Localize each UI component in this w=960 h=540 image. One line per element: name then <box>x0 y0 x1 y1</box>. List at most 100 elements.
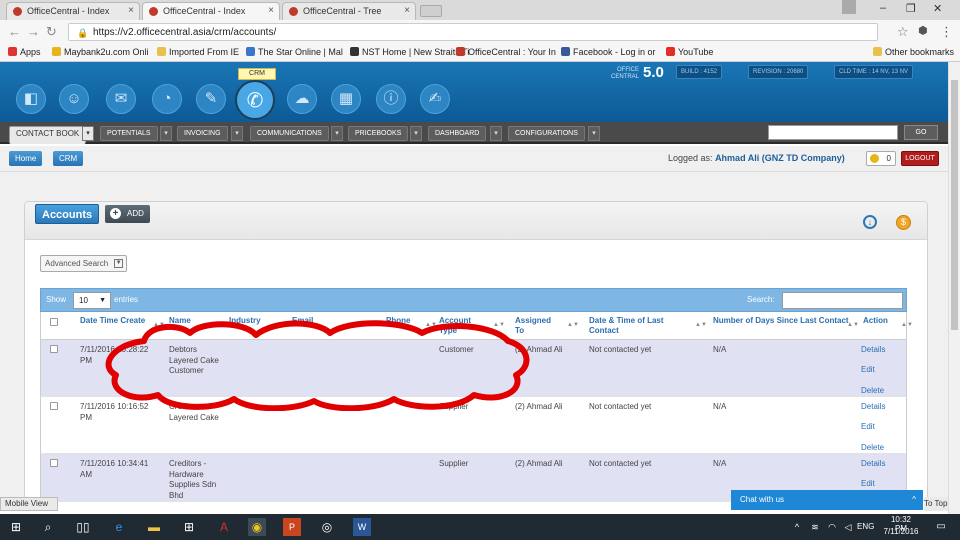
chat-widget[interactable]: Chat with us ^ <box>731 490 923 510</box>
select-all-checkbox[interactable] <box>50 318 58 326</box>
star-icon[interactable]: ☆ <box>897 24 909 40</box>
contacts-module-icon[interactable]: ☺ <box>59 84 89 114</box>
new-tab-button[interactable] <box>420 5 442 17</box>
menu-invoicing[interactable]: INVOICING <box>177 126 228 141</box>
restore-icon[interactable]: ❐ <box>906 2 916 15</box>
dashboard-module-icon[interactable]: ◧ <box>16 84 46 114</box>
mobile-view-button[interactable]: Mobile View <box>0 497 58 511</box>
url-input[interactable]: 🔒 https://v2.officecentral.asia/crm/accou… <box>68 23 878 41</box>
reports-module-icon[interactable]: ◔ <box>152 84 182 114</box>
info-module-icon[interactable]: ⓘ <box>376 84 406 114</box>
chevron-up-icon[interactable]: ^ <box>912 490 916 510</box>
sort-icon[interactable]: ▲▼ <box>847 322 859 328</box>
edit-link[interactable]: Edit <box>861 365 875 374</box>
bookmark-item[interactable]: Imported From IE <box>157 47 239 57</box>
download-icon[interactable]: ↓ <box>863 215 877 229</box>
chat-module-icon[interactable]: ☁ <box>287 84 317 114</box>
bookmark-other[interactable]: Other bookmarks <box>873 47 954 57</box>
menu-icon[interactable]: ⋮ <box>940 24 953 40</box>
browser-tab-active[interactable]: OfficeCentral - Index × <box>142 2 280 20</box>
details-link[interactable]: Details <box>861 402 885 411</box>
volume-icon[interactable]: ◁ <box>839 518 857 536</box>
sort-icon[interactable]: ▲▼ <box>567 322 579 328</box>
crm-phone-icon[interactable]: ✆ <box>235 80 275 120</box>
edit-link[interactable]: Edit <box>861 422 875 431</box>
store-icon[interactable]: ⊞ <box>180 518 198 536</box>
powerpoint-icon[interactable]: P <box>283 518 301 536</box>
details-link[interactable]: Details <box>861 459 885 468</box>
browser-tab[interactable]: OfficeCentral - Index × <box>6 2 140 20</box>
browser-tab[interactable]: OfficeCentral - Tree × <box>282 2 416 20</box>
col-days-since-contact[interactable]: Number of Days Since Last Contact <box>713 316 853 326</box>
scrollbar-thumb[interactable] <box>951 80 958 330</box>
menu-dropdown-icon[interactable]: ▾ <box>82 126 94 141</box>
forms-module-icon[interactable]: ✍ <box>420 84 450 114</box>
coin-icon[interactable]: $ <box>896 215 911 230</box>
row-name[interactable]: Creditors - Hardware Supplies Sdn Bhd <box>169 459 219 501</box>
close-tab-icon[interactable]: × <box>128 5 134 16</box>
close-tab-icon[interactable]: × <box>268 5 274 16</box>
close-tab-icon[interactable]: × <box>404 5 410 16</box>
network-icon[interactable]: ≋ <box>806 518 824 536</box>
documents-module-icon[interactable]: ✎ <box>196 84 226 114</box>
menu-dropdown-icon[interactable]: ▾ <box>331 126 343 141</box>
delete-link[interactable]: Delete <box>861 386 884 395</box>
menu-configurations[interactable]: CONFIGURATIONS <box>508 126 585 141</box>
advanced-search-button[interactable]: Advanced Search ▼ <box>40 255 128 272</box>
media-icon[interactable]: ◎ <box>318 518 336 536</box>
add-account-button[interactable]: + ADD <box>105 205 150 223</box>
tray-chevron-icon[interactable]: ^ <box>788 518 806 536</box>
breadcrumb-crm[interactable]: CRM <box>53 151 84 166</box>
to-top-button[interactable]: To Top <box>924 497 948 511</box>
reload-icon[interactable]: ↻ <box>46 24 57 40</box>
word-icon[interactable]: W <box>353 518 371 536</box>
entries-select[interactable]: 10 ▼ <box>73 292 111 309</box>
bookmark-item[interactable]: The Star Online | Mal <box>246 47 343 57</box>
edit-link[interactable]: Edit <box>861 479 875 488</box>
delete-link[interactable]: Delete <box>861 443 884 452</box>
back-icon[interactable]: ← <box>8 24 21 39</box>
sort-icon[interactable]: ▲▼ <box>901 322 913 328</box>
table-search-input[interactable] <box>782 292 903 309</box>
chrome-icon[interactable]: ◉ <box>248 518 266 536</box>
mail-module-icon[interactable]: ✉ <box>106 84 136 114</box>
forward-icon[interactable]: → <box>27 24 40 39</box>
menu-potentials[interactable]: POTENTIALS <box>100 126 158 141</box>
breadcrumb-home[interactable]: Home <box>9 151 43 166</box>
accounts-title-button[interactable]: Accounts <box>35 204 100 224</box>
bookmark-item[interactable]: Facebook - Log in or <box>561 47 656 57</box>
minimize-icon[interactable]: – <box>880 2 886 14</box>
menu-dropdown-icon[interactable]: ▾ <box>231 126 243 141</box>
col-last-contact[interactable]: Date & Time of Last Contact <box>589 316 694 336</box>
bookmark-item[interactable]: OfficeCentral : Your In <box>456 47 556 57</box>
details-link[interactable]: Details <box>861 345 885 354</box>
notifications-button[interactable]: 0 <box>866 151 896 166</box>
inventory-module-icon[interactable]: ▦ <box>331 84 361 114</box>
bookmark-item[interactable]: YouTube <box>666 47 713 57</box>
row-checkbox[interactable] <box>50 402 58 410</box>
menu-dropdown-icon[interactable]: ▾ <box>410 126 422 141</box>
menu-contact-book[interactable]: CONTACT BOOK <box>9 126 87 144</box>
menu-communications[interactable]: COMMUNICATIONS <box>250 126 329 141</box>
go-button[interactable]: GO <box>904 125 938 140</box>
bookmark-apps[interactable]: Apps <box>8 47 41 57</box>
file-explorer-icon[interactable]: ▬ <box>145 518 163 536</box>
close-window-icon[interactable]: ✕ <box>933 2 942 15</box>
menu-dashboard[interactable]: DASHBOARD <box>428 126 487 141</box>
language-indicator[interactable]: ENG <box>857 522 874 531</box>
edge-icon[interactable]: e <box>110 518 128 536</box>
global-search-input[interactable] <box>768 125 898 140</box>
extension-icon[interactable]: ⬢ <box>918 24 928 37</box>
bookmark-item[interactable]: NST Home | New Straits Ti <box>350 47 469 57</box>
menu-pricebooks[interactable]: PRICEBOOKS <box>348 126 409 141</box>
row-checkbox[interactable] <box>50 459 58 467</box>
menu-dropdown-icon[interactable]: ▾ <box>490 126 502 141</box>
windows-start-icon[interactable]: ⊞ <box>7 518 25 536</box>
clock-date[interactable]: 7/11/2016 <box>880 527 922 536</box>
task-view-icon[interactable]: ▯▯ <box>74 518 92 536</box>
search-icon[interactable]: ⌕ <box>39 518 57 536</box>
acrobat-icon[interactable]: A <box>215 518 233 536</box>
sort-icon[interactable]: ▲▼ <box>695 322 707 328</box>
page-scrollbar[interactable] <box>948 62 960 514</box>
menu-dropdown-icon[interactable]: ▾ <box>160 126 172 141</box>
